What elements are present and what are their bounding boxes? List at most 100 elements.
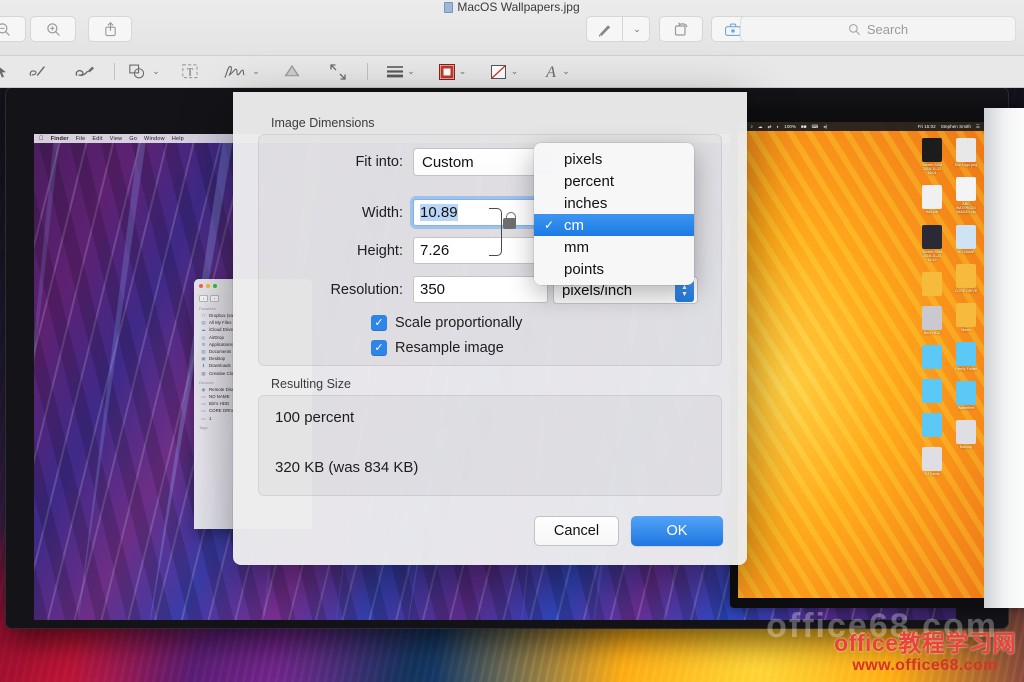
- highlight-tool-button[interactable]: [269, 56, 315, 88]
- sidebar-item-label: Remote Disc: [209, 387, 234, 392]
- sidebar-item-label: Bin's HDD: [209, 401, 229, 406]
- font-A-icon: A: [542, 63, 560, 81]
- desktop-icon[interactable]: Family Folder: [952, 342, 980, 371]
- markup-dropdown-button[interactable]: ⌄: [622, 16, 650, 42]
- menu-item-label: inches: [564, 195, 607, 212]
- border-color-button[interactable]: ⌄: [426, 56, 478, 88]
- ventura-menubar-item[interactable]: Stephen Smith: [941, 124, 971, 129]
- units-dropdown-menu[interactable]: pixels percent inches ✓cmmmpoints: [534, 143, 694, 285]
- shapes-tool-button[interactable]: ⌄: [121, 56, 167, 88]
- minimize-button[interactable]: [206, 284, 210, 288]
- shape-style-button[interactable]: ⌄: [374, 56, 426, 88]
- width-input[interactable]: 10.89: [413, 199, 548, 226]
- finder-menu-edit[interactable]: Edit: [92, 136, 102, 142]
- highlighter-icon: [281, 63, 303, 80]
- nav-forward-button[interactable]: ›: [210, 295, 219, 302]
- resample-image-checkbox[interactable]: ✓: [371, 340, 387, 356]
- desktop-icon-label: Backup: [952, 445, 980, 449]
- desktop-icon[interactable]: [918, 345, 946, 369]
- height-input[interactable]: 7.26: [413, 237, 548, 264]
- image-file-icon: [444, 2, 453, 13]
- ventura-menubar-item[interactable]: ⇄: [768, 124, 772, 130]
- menu-item-label: percent: [564, 173, 614, 190]
- search-field[interactable]: Search: [740, 16, 1016, 42]
- ventura-menubar-item[interactable]: ☁: [758, 124, 763, 130]
- markup-button[interactable]: [586, 16, 622, 42]
- desktop-icon-label: CORE DRIVE: [952, 289, 980, 293]
- menu-item-mm[interactable]: mm: [534, 236, 694, 258]
- zoom-in-button[interactable]: [30, 16, 76, 42]
- maximize-button[interactable]: [213, 284, 217, 288]
- ventura-menubar-item[interactable]: ■■: [801, 124, 807, 129]
- menu-item-cm[interactable]: ✓cm: [534, 214, 694, 236]
- desktop-icon[interactable]: Bin's HDD: [918, 306, 946, 335]
- ventura-menubar-item[interactable]: ⌕: [750, 124, 753, 129]
- desktop-icon[interactable]: Screen Shot 2016-11-23 16:04: [918, 138, 946, 175]
- crop-tool-button[interactable]: [315, 56, 361, 88]
- ventura-menubar-item[interactable]: ⌨: [812, 124, 819, 130]
- desktop-icon-label: Bin's HDD: [918, 331, 946, 335]
- chevron-down-icon: ⌄: [407, 66, 415, 77]
- menu-item-pixels[interactable]: pixels: [534, 148, 694, 170]
- share-button[interactable]: [88, 16, 132, 42]
- resolution-input[interactable]: 350: [413, 276, 548, 303]
- finder-menu-finder[interactable]: Finder: [51, 136, 69, 142]
- ventura-menubar-item[interactable]: ◂): [823, 124, 912, 130]
- desktop-icon-label: Family Folder: [952, 367, 980, 371]
- desktop-icon[interactable]: DJ Cards: [918, 447, 946, 476]
- draw-tool-button[interactable]: [62, 56, 108, 88]
- desktop-icon[interactable]: [918, 413, 946, 437]
- desktop-icon[interactable]: Music: [952, 303, 980, 332]
- desktop-icon[interactable]: Hdd.pdf: [918, 185, 946, 214]
- ventura-menubar-item[interactable]: Fri 15:02: [918, 124, 936, 129]
- fill-color-button[interactable]: ⌄: [478, 56, 530, 88]
- desktop-icon-label: Hdd.pdf: [918, 210, 946, 214]
- desktop-icon[interactable]: Waterfleet: [952, 381, 980, 410]
- cancel-button[interactable]: Cancel: [534, 516, 619, 546]
- finder-menu-[interactable]: : [39, 136, 44, 142]
- ok-button[interactable]: OK: [631, 516, 723, 546]
- sketch-tool-button[interactable]: [16, 56, 62, 88]
- desktop-icon[interactable]: ABC WATERLOO IMAGE1.zip: [952, 177, 980, 214]
- width-label: Width:: [311, 205, 403, 221]
- resample-image-checkbox-row[interactable]: ✓ Resample image: [371, 340, 504, 356]
- desktop-icon[interactable]: NO NAME: [952, 225, 980, 254]
- lines-icon: [385, 64, 405, 79]
- desktop-icon-thumb: [922, 138, 942, 162]
- chevron-down-icon: ⌄: [459, 66, 467, 77]
- rotate-button[interactable]: [659, 16, 703, 42]
- resolution-row: Resolution: 350: [275, 276, 548, 303]
- zoom-out-button[interactable]: [0, 16, 26, 42]
- menu-item-points[interactable]: points: [534, 258, 694, 280]
- menu-item-percent[interactable]: percent: [534, 170, 694, 192]
- nav-back-button[interactable]: ‹: [199, 295, 208, 302]
- desktop-icon-label: Screen Shot 2016-11-23 16:12: [918, 250, 946, 262]
- desktop-icon[interactable]: Screen Shot 2016-11-23 16:12: [918, 225, 946, 262]
- fit-into-row: Fit into: Custom ▲▼: [311, 148, 558, 176]
- desktop-icon[interactable]: Backup: [952, 420, 980, 449]
- close-button[interactable]: [199, 284, 203, 288]
- signature-tool-button[interactable]: ⌄: [213, 56, 269, 88]
- sidebar-item-icon: ◎: [201, 335, 206, 340]
- desktop-icon[interactable]: Doc Logo.png: [952, 138, 980, 167]
- finder-menu-help[interactable]: Help: [172, 136, 184, 142]
- text-style-button[interactable]: A ⌄: [530, 56, 582, 88]
- ventura-menubar-item[interactable]: ☰: [976, 124, 980, 130]
- desktop-icon[interactable]: CORE DRIVE: [952, 264, 980, 293]
- scale-proportionally-checkbox-row[interactable]: ✓ Scale proportionally: [371, 315, 522, 331]
- ventura-menubar-item[interactable]: ◐: [776, 124, 779, 129]
- desktop-icon[interactable]: [918, 379, 946, 403]
- finder-menu-window[interactable]: Window: [144, 136, 165, 142]
- finder-menu-go[interactable]: Go: [129, 136, 137, 142]
- finder-menu-file[interactable]: File: [76, 136, 86, 142]
- desktop-icon[interactable]: [918, 272, 946, 296]
- scale-proportionally-checkbox[interactable]: ✓: [371, 315, 387, 331]
- desktop-icon-label: DJ Cards: [918, 472, 946, 476]
- ventura-menubar-item[interactable]: 100%: [784, 124, 796, 129]
- text-tool-button[interactable]: T: [167, 56, 213, 88]
- finder-menu-view[interactable]: View: [110, 136, 123, 142]
- menu-item-inches[interactable]: inches: [534, 192, 694, 214]
- select-tool-button[interactable]: [0, 56, 16, 88]
- height-value: 7.26: [420, 242, 449, 259]
- crop-expand-icon: [329, 63, 347, 81]
